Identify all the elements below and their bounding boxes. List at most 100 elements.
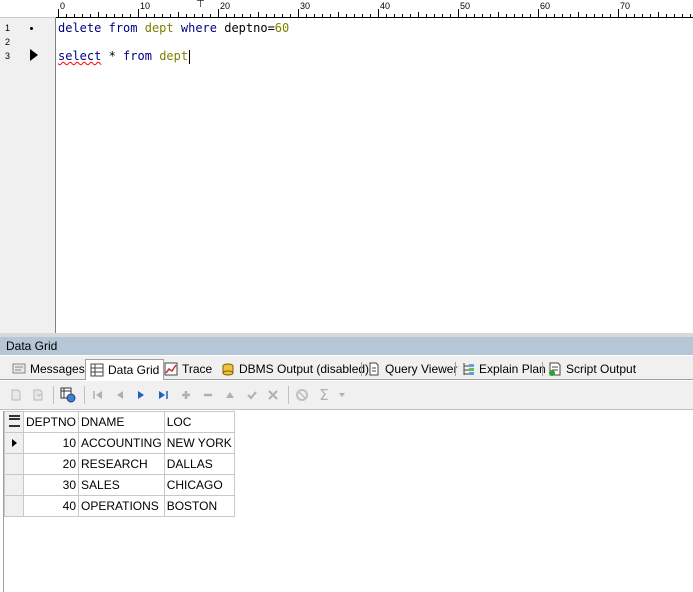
ruler-tick — [386, 14, 387, 17]
dropdown-icon[interactable] — [334, 387, 350, 403]
row-indicator[interactable] — [4, 432, 24, 454]
query-viewer-icon — [367, 362, 381, 376]
line-number: 3 — [5, 51, 11, 61]
insert-record-icon[interactable] — [178, 387, 194, 403]
cell-dname[interactable]: OPERATIONS — [78, 495, 165, 517]
panel-title: Data Grid — [0, 337, 693, 355]
column-header-deptno[interactable]: DEPTNO — [22, 411, 80, 433]
cell-deptno[interactable]: 20 — [22, 453, 80, 475]
grid-options-icon[interactable] — [60, 387, 76, 403]
code-token: dept — [144, 21, 174, 35]
ruler-tick — [186, 14, 187, 17]
sql-editor[interactable]: ⊤ 0 10 20 30 40 50 60 70 1 2 3 delete from dept… — [0, 0, 693, 336]
tab-messages[interactable]: Messages — [8, 359, 89, 379]
cell-dname[interactable]: ACCOUNTING — [78, 432, 165, 454]
tab-dbms-output[interactable]: DBMS Output (disabled) — [217, 359, 373, 379]
ruler-number: 30 — [300, 1, 311, 11]
row-indicator[interactable] — [4, 453, 24, 475]
ruler-tick — [98, 12, 99, 17]
ruler-tick — [218, 9, 219, 17]
data-grid[interactable]: DEPTNO DNAME LOC 10 ACCOUNTING NEW YORK … — [3, 411, 693, 592]
code-area[interactable]: delete from dept where deptno=60 select … — [58, 18, 693, 336]
ruler-tick — [242, 14, 243, 17]
ruler-tick — [450, 14, 451, 17]
line-number: 2 — [5, 37, 11, 47]
delete-record-icon[interactable] — [200, 387, 216, 403]
trace-icon — [164, 362, 178, 376]
cell-loc[interactable]: NEW YORK — [163, 432, 235, 454]
tab-label: Query Viewer — [385, 362, 458, 376]
toolbar-separator — [53, 386, 54, 404]
tab-label: Messages — [30, 362, 85, 376]
grid-menu-button[interactable] — [4, 411, 24, 433]
ruler-tick — [346, 14, 347, 17]
ruler-tick — [570, 14, 571, 17]
refresh-icon[interactable] — [294, 387, 310, 403]
ruler-tick — [418, 12, 419, 17]
ruler-number: 40 — [380, 1, 391, 11]
code-token: where — [180, 21, 217, 35]
ruler-tick — [554, 14, 555, 17]
export-icon[interactable] — [8, 387, 24, 403]
ruler-tick — [514, 14, 515, 17]
ruler-tick — [690, 14, 691, 17]
ruler-tick — [578, 12, 579, 17]
column-header-dname[interactable]: DNAME — [78, 411, 165, 433]
ruler-tick — [306, 14, 307, 17]
table-row[interactable]: 40 OPERATIONS BOSTON — [4, 495, 235, 517]
ruler-tick — [338, 12, 339, 17]
column-header-loc[interactable]: LOC — [163, 411, 235, 433]
ruler-tick — [258, 12, 259, 17]
gutter-separator — [55, 18, 56, 336]
ruler-tick — [362, 14, 363, 17]
code-token: delete — [58, 21, 102, 35]
code-token: from — [108, 21, 138, 35]
post-edit-icon[interactable] — [244, 387, 260, 403]
cell-loc[interactable]: CHICAGO — [163, 474, 235, 496]
cell-deptno[interactable]: 30 — [22, 474, 80, 496]
first-record-icon[interactable] — [90, 387, 106, 403]
tab-script-output[interactable]: Script Output — [544, 359, 640, 379]
tab-query-viewer[interactable]: Query Viewer — [363, 359, 461, 379]
right-margin-marker[interactable]: ⊤ — [196, 0, 205, 10]
row-indicator[interactable] — [4, 495, 24, 517]
edit-record-icon[interactable] — [222, 387, 238, 403]
ruler-tick — [234, 14, 235, 17]
current-statement-arrow-icon — [30, 49, 38, 61]
ruler-tick — [682, 14, 683, 17]
ruler-tick — [202, 14, 203, 17]
table-row[interactable]: 10 ACCOUNTING NEW YORK — [4, 432, 235, 454]
tab-explain-plan[interactable]: Explain Plan — [457, 359, 550, 379]
save-icon[interactable] — [30, 387, 46, 403]
table-row[interactable]: 30 SALES CHICAGO — [4, 474, 235, 496]
cell-deptno[interactable]: 10 — [22, 432, 80, 454]
code-line[interactable]: delete from dept where deptno=60 — [58, 20, 289, 36]
ruler-tick — [194, 14, 195, 17]
cell-dname[interactable]: RESEARCH — [78, 453, 165, 475]
text-caret — [189, 49, 191, 64]
row-indicator[interactable] — [4, 474, 24, 496]
ruler-tick — [130, 14, 131, 17]
ruler-number: 50 — [460, 1, 471, 11]
sum-icon[interactable]: Σ — [316, 386, 332, 404]
messages-icon — [12, 362, 26, 376]
ruler-tick — [426, 14, 427, 17]
next-record-icon[interactable] — [133, 387, 149, 403]
tab-trace[interactable]: Trace — [160, 359, 216, 379]
cancel-edit-icon[interactable] — [265, 387, 281, 403]
tab-data-grid[interactable]: Data Grid — [85, 359, 165, 380]
table-row[interactable]: 20 RESEARCH DALLAS — [4, 453, 235, 475]
explain-plan-icon — [461, 362, 475, 376]
cell-dname[interactable]: SALES — [78, 474, 165, 496]
code-token: 60 — [274, 21, 290, 35]
code-line[interactable]: select * from dept — [58, 48, 191, 64]
last-record-icon[interactable] — [155, 387, 171, 403]
cell-loc[interactable]: DALLAS — [163, 453, 235, 475]
ruler-tick — [410, 14, 411, 17]
ruler-tick — [162, 14, 163, 17]
line-number: 1 — [5, 23, 11, 33]
cell-loc[interactable]: BOSTON — [163, 495, 235, 517]
ruler-tick — [170, 14, 171, 17]
prior-record-icon[interactable] — [112, 387, 128, 403]
cell-deptno[interactable]: 40 — [22, 495, 80, 517]
